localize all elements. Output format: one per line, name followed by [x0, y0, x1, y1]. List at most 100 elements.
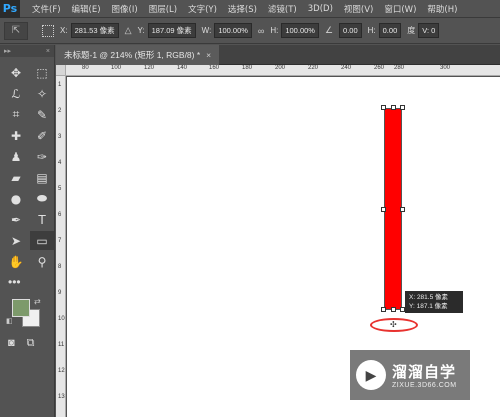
ruler-tick: 5 [58, 186, 62, 192]
quick-mask-icon[interactable]: ◙ [8, 337, 15, 350]
ruler-tick: 100 [111, 65, 122, 71]
menu-filter[interactable]: 滤镜(T) [268, 3, 297, 15]
transform-handle-top-center[interactable] [391, 105, 396, 110]
skew-v-input[interactable]: V: 0 [418, 23, 440, 38]
y-label: Y: [137, 26, 145, 35]
zoom-tool-icon[interactable]: ⚲ [30, 252, 54, 271]
play-logo-icon: ▶ [356, 360, 386, 390]
skew-v-label: 度 [407, 26, 416, 35]
tooltip-y: Y: 187.1 像素 [409, 303, 448, 310]
vertical-ruler[interactable]: 1 2 3 4 5 6 7 8 9 10 11 12 13 [56, 76, 66, 417]
type-tool-icon[interactable]: T [30, 210, 54, 229]
tools-panel: ▸▸ × ✥ ⬚ ℒ ✧ ⌗ ✎ ✚ ✐ ♟ ✑ ▰ ▤ ● ⬬ ✒ T ➤ ▭ … [0, 45, 55, 417]
menu-view[interactable]: 视图(V) [344, 3, 373, 15]
ruler-tick: 12 [58, 368, 65, 374]
ruler-tick: 8 [58, 264, 62, 270]
eyedropper-tool-icon[interactable]: ✎ [30, 105, 54, 124]
pen-tool-icon[interactable]: ✒ [4, 210, 28, 229]
h-input[interactable]: 100.00% [281, 23, 319, 38]
eraser-tool-icon[interactable]: ▰ [4, 168, 28, 187]
brush-tool-icon[interactable]: ✐ [30, 126, 54, 145]
lasso-tool-icon[interactable]: ℒ [4, 84, 28, 103]
watermark-subtitle: ZIXUE.3D66.COM [392, 382, 457, 389]
ruler-tick: 3 [58, 134, 62, 140]
move-tool-icon[interactable]: ✥ [4, 63, 28, 82]
ruler-tick: 300 [440, 65, 451, 71]
transform-handle-middle-right[interactable] [400, 207, 405, 212]
menu-edit[interactable]: 编辑(E) [72, 3, 101, 15]
ruler-origin[interactable] [56, 65, 66, 76]
menu-bar: Ps 文件(F) 编辑(E) 图像(I) 图层(L) 文字(Y) 选择(S) 滤… [0, 0, 500, 18]
transform-handle-middle-left[interactable] [381, 207, 386, 212]
rectangle-tool-icon[interactable]: ▭ [30, 231, 54, 250]
ruler-tick: 140 [177, 65, 188, 71]
ps-logo: Ps [0, 0, 20, 18]
ruler-tick: 4 [58, 160, 62, 166]
menu-layer[interactable]: 图层(L) [149, 3, 177, 15]
reference-point-icon[interactable] [42, 24, 54, 37]
y-input[interactable]: 187.09 像素 [147, 23, 196, 38]
edit-toolbar-icon[interactable]: ••• [0, 275, 54, 289]
transform-handle-top-right[interactable] [400, 105, 405, 110]
ruler-tick: 180 [242, 65, 253, 71]
w-input[interactable]: 100.00% [214, 23, 252, 38]
history-brush-tool-icon[interactable]: ✑ [30, 147, 54, 166]
horizontal-ruler[interactable]: 80 100 120 140 160 180 200 220 240 260 2… [66, 65, 500, 76]
transform-handle-top-left[interactable] [381, 105, 386, 110]
screen-mode-icon[interactable]: ⧉ [27, 337, 35, 350]
ruler-tick: 2 [58, 108, 62, 114]
link-icon[interactable]: ∞ [258, 26, 264, 36]
dodge-tool-icon[interactable]: ⬬ [30, 189, 54, 208]
angle-icon: ∠ [324, 25, 334, 35]
document-tab[interactable]: 未标题-1 @ 214% (矩形 1, RGB/8) * × [56, 45, 220, 65]
ruler-tick: 13 [58, 394, 65, 400]
healing-brush-tool-icon[interactable]: ✚ [4, 126, 28, 145]
ruler-tick: 11 [58, 342, 65, 348]
crop-tool-icon[interactable]: ⌗ [4, 105, 28, 124]
h-label: H: [270, 26, 279, 35]
menu-select[interactable]: 选择(S) [228, 3, 257, 15]
transform-tool-icon[interactable]: ⇱ [4, 21, 28, 40]
marquee-tool-icon[interactable]: ⬚ [30, 63, 54, 82]
ruler-tick: 1 [58, 82, 62, 88]
ruler-tick: 280 [394, 65, 405, 71]
ruler-tick: 9 [58, 290, 62, 296]
menu-help[interactable]: 帮助(H) [427, 3, 457, 15]
transform-handle-bottom-left[interactable] [381, 307, 386, 312]
ruler-tick: 120 [144, 65, 155, 71]
watermark-title: 溜溜自学 [392, 364, 457, 381]
blur-tool-icon[interactable]: ● [4, 189, 28, 208]
menu-window[interactable]: 窗口(W) [384, 3, 416, 15]
coordinate-tooltip: X: 281.5 像素 Y: 187.1 像素 [405, 291, 463, 313]
ruler-tick: 200 [275, 65, 286, 71]
delta-icon[interactable]: △ [125, 25, 132, 36]
menu-type[interactable]: 文字(Y) [188, 3, 217, 15]
ruler-tick: 10 [58, 316, 65, 322]
clone-stamp-tool-icon[interactable]: ♟ [4, 147, 28, 166]
foreground-color-swatch[interactable] [12, 299, 30, 317]
hand-tool-icon[interactable]: ✋ [4, 252, 28, 271]
menu-file[interactable]: 文件(F) [32, 3, 61, 15]
menu-3d[interactable]: 3D(D) [308, 4, 333, 14]
ruler-tick: 240 [341, 65, 352, 71]
tooltip-x: X: 281.5 像素 [409, 294, 449, 301]
angle-input[interactable]: 0.00 [339, 23, 362, 38]
transform-handle-bottom-center[interactable] [391, 307, 396, 312]
menu-image[interactable]: 图像(I) [112, 3, 138, 15]
tools-panel-header[interactable]: ▸▸ × [0, 45, 54, 57]
skew-h-input[interactable]: 0.00 [378, 23, 402, 38]
x-input[interactable]: 281.53 像素 [70, 23, 119, 38]
move-cursor-icon: ✣ [390, 320, 397, 329]
photoshop-window: Ps 文件(F) 编辑(E) 图像(I) 图层(L) 文字(Y) 选择(S) 滤… [0, 0, 500, 417]
close-icon[interactable]: × [206, 50, 211, 60]
default-colors-icon[interactable]: ◧ [6, 317, 13, 325]
path-selection-tool-icon[interactable]: ➤ [4, 231, 28, 250]
ruler-tick: 7 [58, 238, 62, 244]
document-tab-bar: 未标题-1 @ 214% (矩形 1, RGB/8) * × [56, 45, 500, 65]
w-label: W: [201, 26, 212, 35]
gradient-tool-icon[interactable]: ▤ [30, 168, 54, 187]
swap-colors-icon[interactable]: ⇄ [34, 297, 41, 306]
ruler-tick: 6 [58, 212, 62, 218]
document-tab-title: 未标题-1 @ 214% (矩形 1, RGB/8) * [64, 50, 201, 60]
magic-wand-tool-icon[interactable]: ✧ [30, 84, 54, 103]
